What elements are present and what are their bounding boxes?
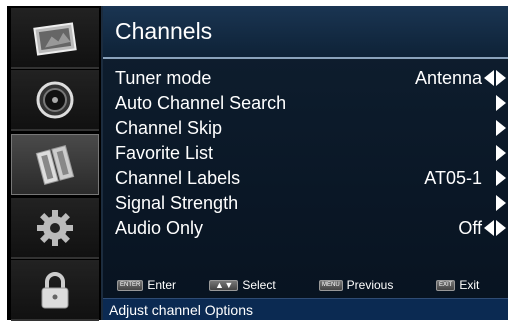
enter-key-icon: ENTER [117,279,144,291]
key-hints: ENTER Enter ▲ ▼ Select MENU Previous EXI… [103,278,508,296]
sidebar-item-picture[interactable] [11,8,99,69]
hint-label: Previous [346,278,394,292]
arrow-right-icon[interactable] [496,220,506,236]
hint-label: Exit [459,278,480,292]
arrow-right-icon[interactable] [496,145,506,161]
hint-enter: ENTER Enter [117,278,176,292]
page-title: Channels [115,18,213,44]
hint-previous: MENU Previous [319,278,393,292]
menu-key-icon: MENU [319,279,343,291]
sidebar-item-sound[interactable] [11,70,99,131]
arrow-right-icon[interactable] [496,195,506,211]
menu-item-label: Audio Only [115,218,204,238]
arrow-left-icon[interactable] [484,220,494,236]
channel-icon [35,144,75,185]
menu-item-label: Favorite List [115,143,214,163]
lock-icon [41,271,69,308]
menu-item-tuner-mode[interactable]: Tuner mode Antenna [103,66,508,91]
menu-item-channel-labels[interactable]: Channel Labels AT05-1 [103,166,508,191]
up-down-key-icon: ▲ ▼ [209,279,239,291]
arrow-right-icon[interactable] [496,120,506,136]
menu-item-label: Tuner mode [115,68,212,88]
gear-icon [37,209,73,246]
status-text: Adjust channel Options [109,302,253,318]
menu-item-value: Off [458,218,482,238]
menu-item-favorite-list[interactable]: Favorite List [103,141,508,166]
sidebar-item-channels[interactable] [11,134,99,195]
menu-item-audio-only[interactable]: Audio Only Off [103,216,508,241]
menu-item-value: AT05-1 [424,168,482,188]
menu-item-channel-skip[interactable]: Channel Skip [103,116,508,141]
picture-icon [33,21,77,56]
sound-icon [36,81,74,118]
hint-label: Enter [147,278,177,292]
menu-item-value: Antenna [414,68,482,88]
main-panel: Channels Tuner mode Antenna Auto Channel… [101,6,508,320]
arrow-right-icon[interactable] [496,170,506,186]
menu-item-auto-channel-search[interactable]: Auto Channel Search [103,91,508,116]
exit-key-icon: EXIT [436,279,456,291]
hint-exit: EXIT Exit [436,278,479,292]
arrow-right-icon[interactable] [496,95,506,111]
status-bar: Adjust channel Options [103,298,508,320]
hint-label: Select [242,278,276,292]
arrow-right-icon[interactable] [496,70,506,86]
sidebar-item-setup[interactable] [11,198,99,259]
channel-menu: Tuner mode Antenna Auto Channel Search C… [103,66,508,241]
menu-item-label: Channel Labels [115,168,241,188]
sidebar [7,6,101,321]
title-bar: Channels [103,6,508,59]
menu-item-label: Auto Channel Search [115,93,287,113]
menu-item-signal-strength[interactable]: Signal Strength [103,191,508,216]
menu-item-label: Signal Strength [115,193,239,213]
tv-osd-window: Channels Tuner mode Antenna Auto Channel… [7,6,508,321]
hint-select: ▲ ▼ Select [209,278,276,292]
menu-item-label: Channel Skip [115,118,223,138]
sidebar-item-lock[interactable] [11,260,99,321]
arrow-left-icon[interactable] [484,70,494,86]
